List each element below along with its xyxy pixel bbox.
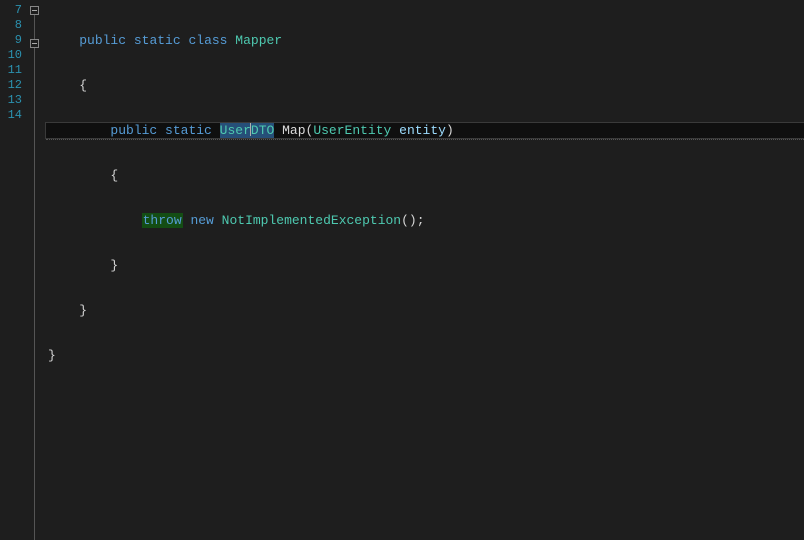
line-number: 9: [0, 33, 22, 48]
code-line[interactable]: }: [46, 348, 804, 363]
line-number: 12: [0, 78, 22, 93]
semicolon: ;: [417, 213, 425, 228]
code-line[interactable]: public static class Mapper: [46, 33, 804, 48]
code-line[interactable]: }: [46, 303, 804, 318]
code-line[interactable]: {: [46, 78, 804, 93]
brace-close: }: [79, 303, 87, 318]
keyword-public: public: [79, 33, 126, 48]
code-line-current[interactable]: public static UserDTO Map(UserEntity ent…: [46, 123, 804, 138]
parens: (): [401, 213, 417, 228]
fold-column: [28, 0, 46, 540]
type-name: NotImplementedException: [222, 213, 401, 228]
code-editor[interactable]: 7 8 9 10 11 12 13 14 public static class…: [0, 0, 804, 540]
line-number: 7: [0, 3, 22, 18]
line-number: 11: [0, 63, 22, 78]
type-name: Mapper: [235, 33, 282, 48]
fold-toggle-icon[interactable]: [30, 39, 39, 48]
selection: DTO: [251, 123, 274, 138]
code-area[interactable]: public static class Mapper { public stat…: [46, 0, 804, 540]
line-number: 14: [0, 108, 22, 123]
keyword-new: new: [190, 213, 213, 228]
keyword-throw: throw: [142, 213, 183, 228]
brace-open: {: [79, 78, 87, 93]
type-name: UserEntity: [313, 123, 391, 138]
paren-close: ): [446, 123, 454, 138]
brace-close: }: [48, 348, 56, 363]
fold-guide-line: [34, 10, 35, 540]
keyword-public: public: [110, 123, 157, 138]
code-line[interactable]: }: [46, 258, 804, 273]
parameter-name: entity: [399, 123, 446, 138]
code-line[interactable]: throw new NotImplementedException();: [46, 213, 804, 228]
line-number-gutter: 7 8 9 10 11 12 13 14: [0, 0, 28, 540]
fold-toggle-icon[interactable]: [30, 6, 39, 15]
line-number: 10: [0, 48, 22, 63]
brace-open: {: [110, 168, 118, 183]
method-name: Map: [282, 123, 305, 138]
selection: User: [220, 123, 251, 138]
line-number: 13: [0, 93, 22, 108]
line-number: 8: [0, 18, 22, 33]
brace-close: }: [110, 258, 118, 273]
keyword-static: static: [165, 123, 212, 138]
keyword-class: class: [188, 33, 227, 48]
keyword-static: static: [134, 33, 181, 48]
code-line[interactable]: {: [46, 168, 804, 183]
